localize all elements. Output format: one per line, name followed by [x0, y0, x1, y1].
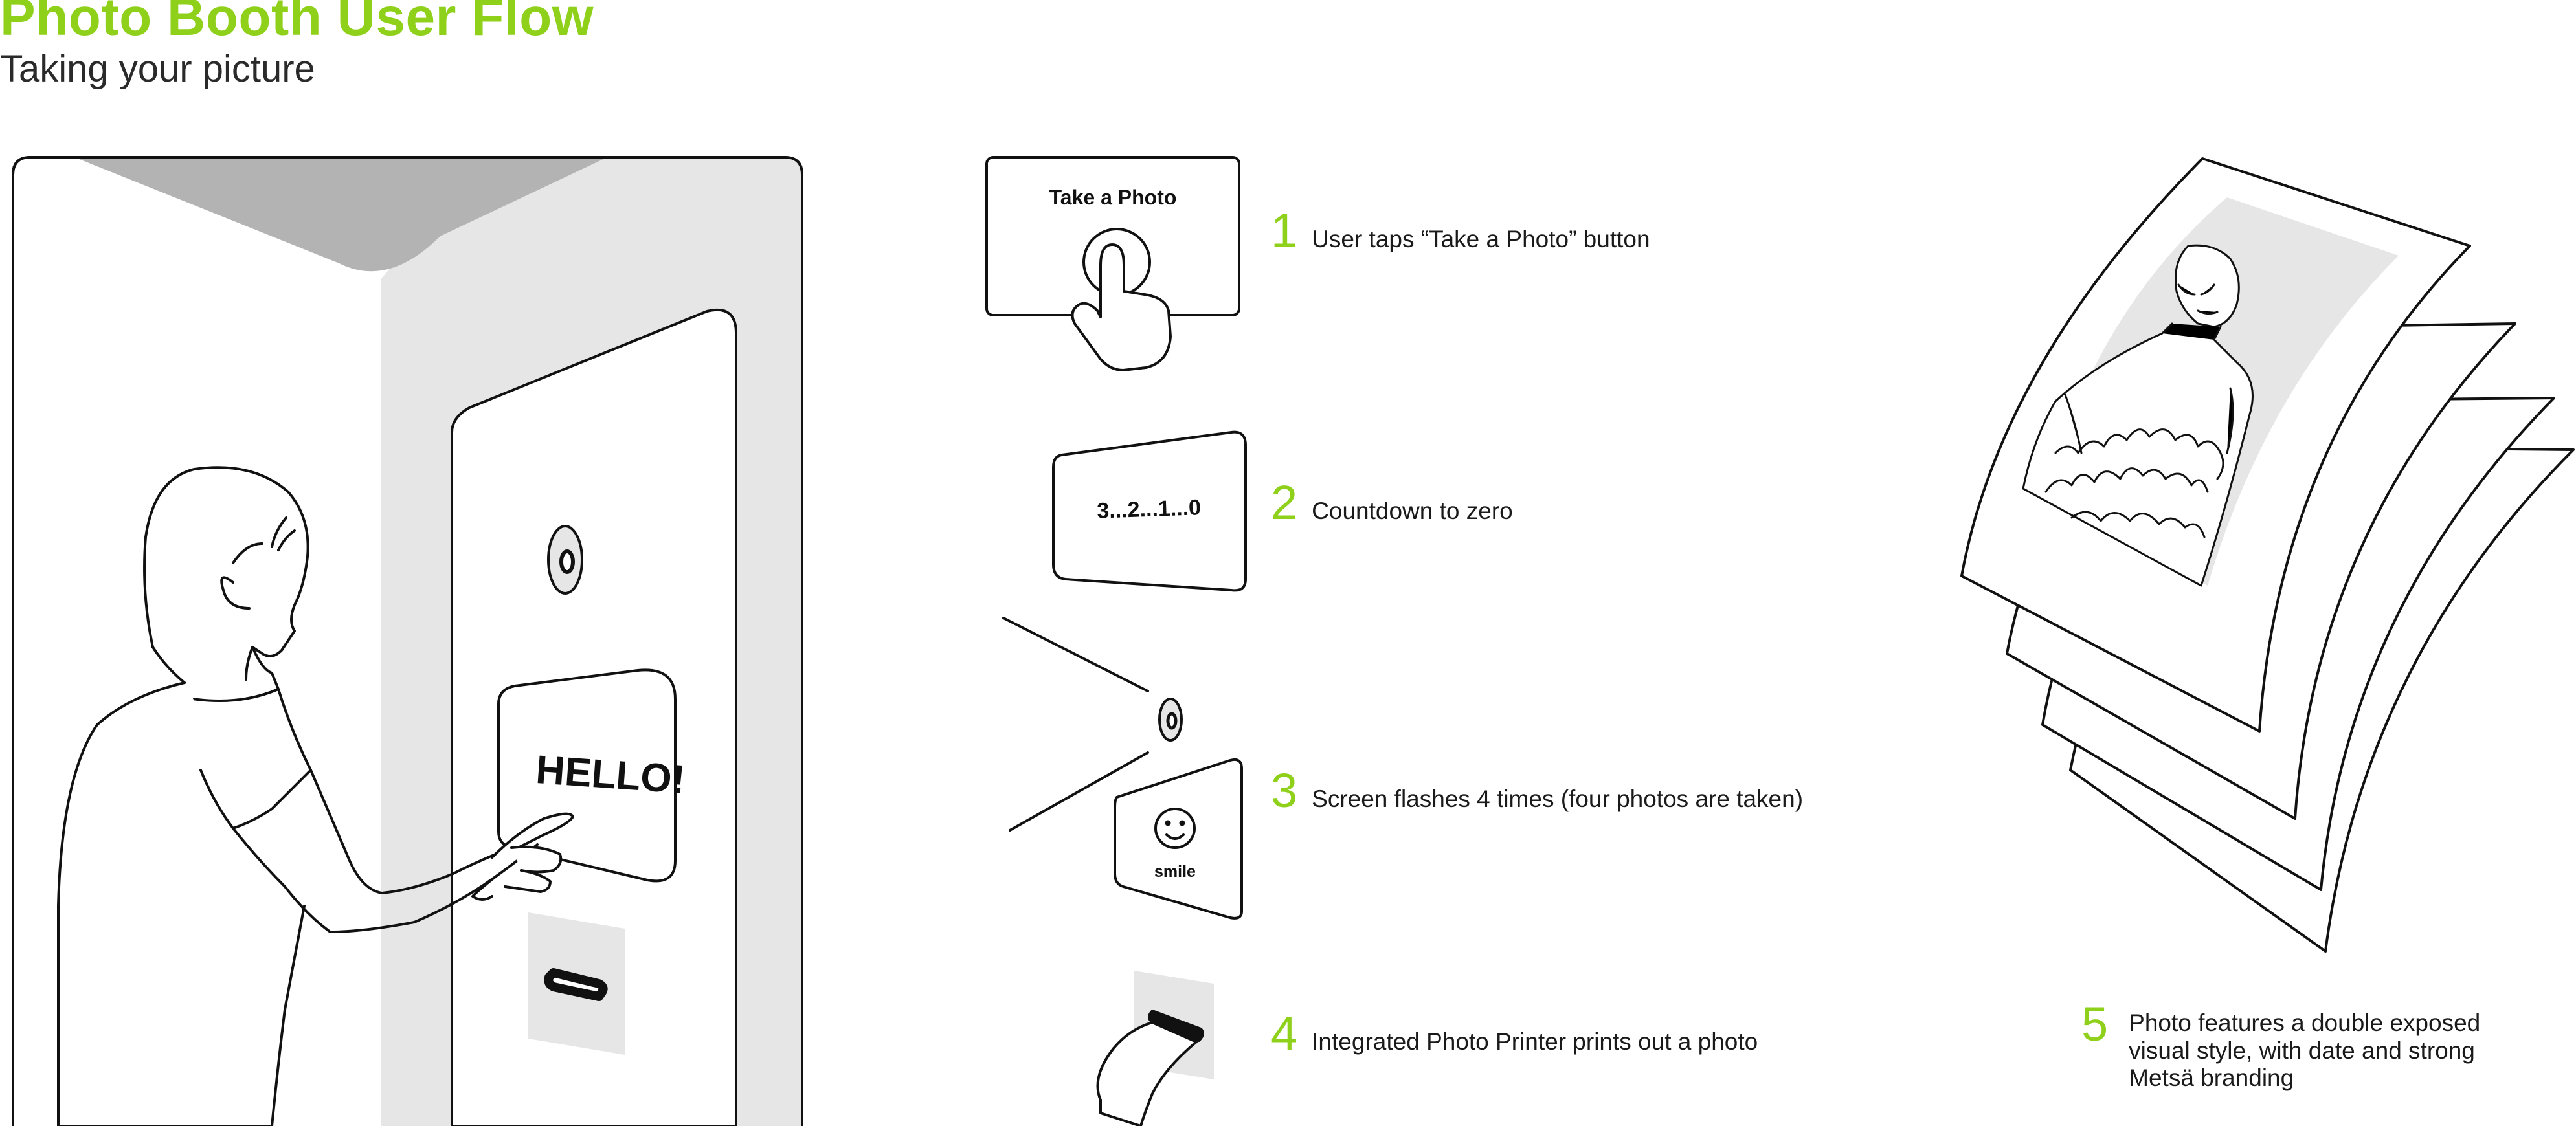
countdown-label: 3...2...1...0	[1097, 495, 1202, 524]
step-3: 3 Screen flashes 4 times (four photos ar…	[1271, 767, 1803, 815]
step-2-text: Countdown to zero	[1312, 498, 1513, 524]
step-3-text: Screen flashes 4 times (four photos are …	[1312, 786, 1804, 812]
camera-lens-icon	[547, 525, 583, 595]
step-5-text: Photo features a double exposed visual s…	[2129, 1010, 2481, 1092]
take-photo-label: Take a Photo	[1049, 186, 1177, 209]
step-1: 1 User taps “Take a Photo” button	[1271, 207, 1650, 255]
step-4: 4 Integrated Photo Printer prints out a …	[1271, 1010, 1758, 1057]
step-4-text: Integrated Photo Printer prints out a ph…	[1312, 1028, 1758, 1055]
step-3-number: 3	[1271, 764, 1298, 817]
step-4-number: 4	[1271, 1006, 1298, 1060]
step-5-number: 5	[2081, 997, 2109, 1051]
step-1-text: User taps “Take a Photo” button	[1312, 226, 1650, 252]
printer-output	[1096, 971, 1214, 1126]
step-2-number: 2	[1271, 476, 1298, 529]
camera-lens-icon	[1158, 698, 1183, 742]
step-1-number: 1	[1271, 204, 1298, 258]
flow-illustration: HELLO! Take a Photo 3...2...1...0 smile	[12, 156, 2575, 1126]
smiley-face-icon	[1154, 808, 1196, 849]
step-5: 5 Photo features a double exposed visual…	[2081, 1000, 2543, 1092]
smile-label: smile	[1154, 863, 1196, 881]
step-2: 2 Countdown to zero	[1271, 479, 1513, 527]
